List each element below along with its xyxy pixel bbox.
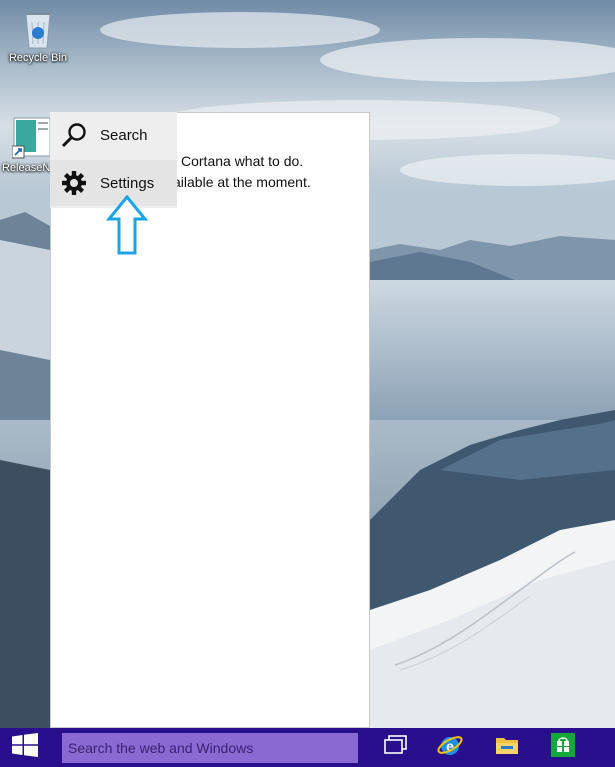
store-icon (551, 733, 575, 762)
search-icon (60, 121, 88, 149)
taskbar: Search the web and Windows e (0, 728, 615, 767)
document-shortcut-icon (11, 116, 52, 160)
desktop: Recycle Bin ReleaseN Cortana what to do.… (0, 0, 615, 767)
menu-item-label: Settings (100, 174, 155, 192)
taskbar-search-box[interactable]: Search the web and Windows (62, 733, 358, 763)
desktop-icon-recycle-bin[interactable]: Recycle Bin (3, 6, 73, 64)
start-windows-icon (12, 733, 38, 762)
desktop-icon-label: Recycle Bin (8, 52, 68, 64)
internet-explorer-button[interactable]: e (430, 728, 470, 767)
file-explorer-button[interactable] (487, 728, 527, 767)
store-button[interactable] (543, 728, 583, 767)
task-view-icon (384, 735, 408, 760)
recycle-bin-icon (20, 6, 56, 50)
start-button[interactable] (0, 728, 50, 767)
menu-item-label: Search (100, 126, 148, 144)
internet-explorer-icon: e (437, 732, 463, 763)
annotation-up-arrow-icon (105, 195, 149, 255)
taskbar-search-placeholder: Search the web and Windows (68, 740, 254, 756)
cortana-side-menu: Search Settings (50, 112, 177, 208)
gear-icon (60, 169, 88, 197)
file-explorer-icon (495, 734, 519, 761)
menu-item-search[interactable]: Search (50, 112, 177, 158)
task-view-button[interactable] (376, 728, 416, 767)
